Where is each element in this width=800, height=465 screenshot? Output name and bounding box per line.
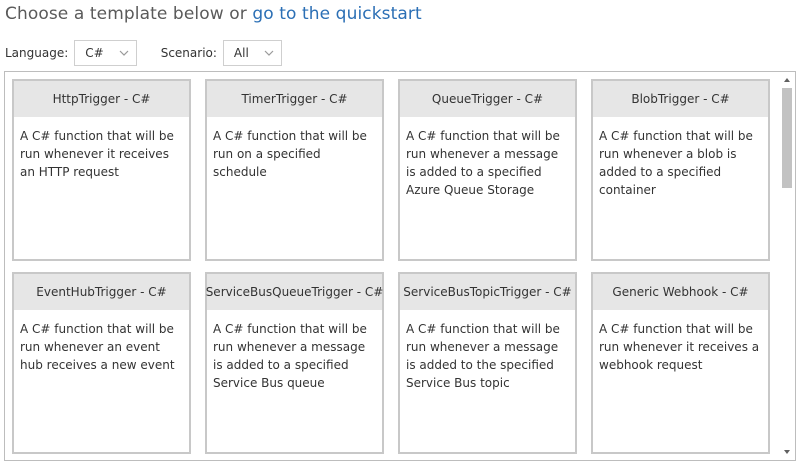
- scenario-value: All: [233, 46, 249, 60]
- template-card-genericwebhook[interactable]: Generic Webhook - C# A C# function that …: [591, 272, 770, 454]
- scroll-down-arrow-icon[interactable]: [779, 445, 795, 459]
- template-description: A C# function that will be run whenever …: [406, 129, 560, 197]
- template-card-httptrigger[interactable]: HttpTrigger - C# A C# function that will…: [12, 79, 191, 261]
- template-title: QueueTrigger - C#: [400, 81, 575, 117]
- template-description: A C# function that will be run whenever …: [213, 322, 367, 390]
- template-description: A C# function that will be run whenever …: [20, 129, 174, 179]
- heading-text: Choose a template below or: [5, 4, 253, 24]
- language-value: C#: [85, 46, 104, 60]
- chevron-down-icon: [118, 47, 130, 59]
- template-description: A C# function that will be run whenever …: [406, 322, 560, 390]
- template-card-servicebusqueuetrigger[interactable]: ServiceBusQueueTrigger - C# A C# functio…: [205, 272, 384, 454]
- template-title: BlobTrigger - C#: [593, 81, 768, 117]
- template-title: TimerTrigger - C#: [207, 81, 382, 117]
- template-title: HttpTrigger - C#: [14, 81, 189, 117]
- template-card-queuetrigger[interactable]: QueueTrigger - C# A C# function that wil…: [398, 79, 577, 261]
- vertical-scrollbar[interactable]: [779, 72, 795, 460]
- template-card-eventhubtrigger[interactable]: EventHubTrigger - C# A C# function that …: [12, 272, 191, 454]
- quickstart-link[interactable]: go to the quickstart: [252, 4, 421, 24]
- scenario-select[interactable]: All: [222, 40, 282, 66]
- language-label: Language:: [5, 46, 69, 60]
- template-title: ServiceBusTopicTrigger - C#: [400, 274, 575, 310]
- template-description: A C# function that will be run whenever …: [20, 322, 175, 372]
- template-title: EventHubTrigger - C#: [14, 274, 189, 310]
- filter-bar: Language: C# Scenario: All: [5, 38, 282, 68]
- language-select[interactable]: C#: [74, 40, 137, 66]
- scrollbar-thumb[interactable]: [782, 88, 792, 188]
- template-description: A C# function that will be run whenever …: [599, 129, 753, 197]
- template-title: ServiceBusQueueTrigger - C#: [206, 274, 383, 310]
- template-description: A C# function that will be run whenever …: [599, 322, 760, 372]
- template-card-blobtrigger[interactable]: BlobTrigger - C# A C# function that will…: [591, 79, 770, 261]
- scroll-up-arrow-icon[interactable]: [779, 73, 795, 87]
- template-description: A C# function that will be run on a spec…: [213, 129, 367, 179]
- template-card-servicebustopictrigger[interactable]: ServiceBusTopicTrigger - C# A C# functio…: [398, 272, 577, 454]
- template-card-timertrigger[interactable]: TimerTrigger - C# A C# function that wil…: [205, 79, 384, 261]
- page-heading: Choose a template below or go to the qui…: [5, 4, 422, 24]
- scenario-label: Scenario:: [160, 46, 217, 60]
- chevron-down-icon: [263, 47, 275, 59]
- templates-panel: HttpTrigger - C# A C# function that will…: [4, 71, 796, 461]
- template-title: Generic Webhook - C#: [593, 274, 768, 310]
